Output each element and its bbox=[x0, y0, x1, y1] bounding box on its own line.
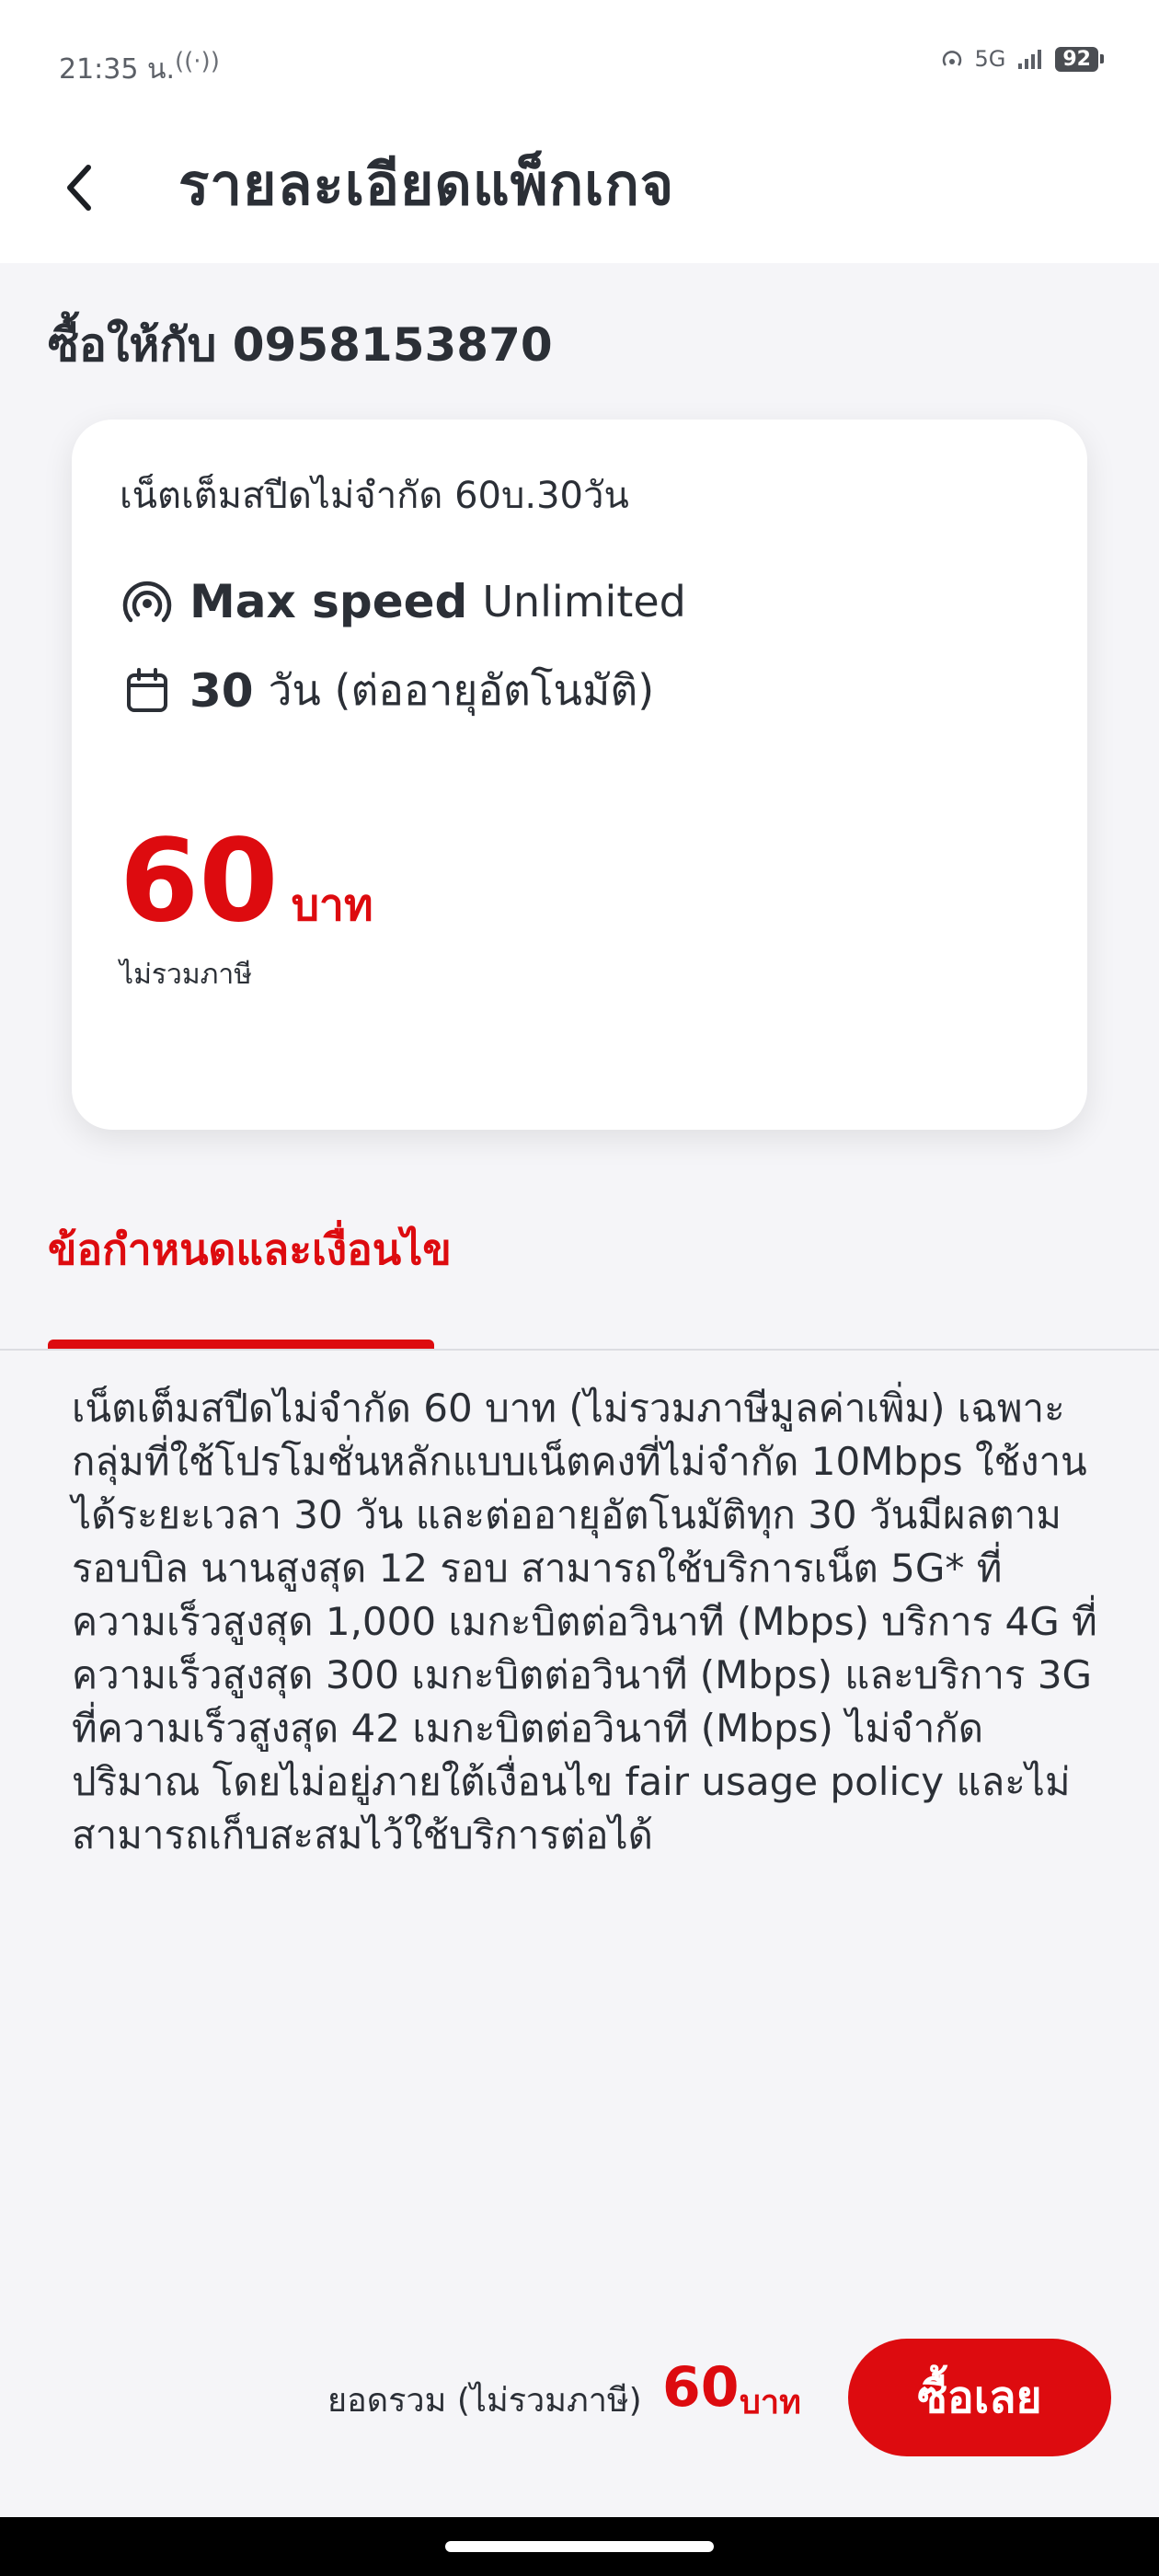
price-note: ไม่รวมภาษี bbox=[120, 959, 252, 991]
page-title: รายละเอียดแพ็กเกจ bbox=[178, 151, 675, 218]
signal-icon bbox=[1018, 50, 1042, 69]
signal-waves-icon bbox=[120, 574, 175, 629]
buy-now-button[interactable]: ซื้อเลย bbox=[848, 2339, 1111, 2456]
hotspot-icon bbox=[942, 51, 961, 66]
back-button[interactable] bbox=[42, 151, 116, 224]
speed-value: Unlimited bbox=[482, 577, 686, 627]
header: รายละเอียดแพ็กเกจ bbox=[0, 120, 1159, 263]
navigation-bar bbox=[0, 2517, 1159, 2576]
price-unit: บาท bbox=[291, 880, 373, 931]
network-type: 5G bbox=[974, 46, 1006, 72]
chevron-left-icon bbox=[67, 165, 91, 211]
package-name: เน็ตเต็มสปีดไม่จำกัด 60บ.30วัน bbox=[120, 475, 629, 517]
tab-terms[interactable]: ข้อกำหนดและเงื่อนไข bbox=[48, 1216, 452, 1283]
status-icons: 5G 92 bbox=[940, 46, 1104, 72]
battery-icon: 92 bbox=[1055, 46, 1104, 72]
wifi-calling-icon: ((·)) bbox=[175, 48, 220, 75]
speed-row: Max speed Unlimited bbox=[120, 574, 686, 629]
total-label: ยอดรวม (ไม่รวมภาษี) bbox=[327, 2382, 642, 2420]
buy-for-label: ซื้อให้กับ 0958153870 bbox=[48, 318, 553, 372]
home-indicator[interactable] bbox=[445, 2541, 714, 2552]
duration-text: วัน (ต่ออายุอัตโนมัติ) bbox=[268, 665, 655, 715]
price: 60 บาท bbox=[120, 824, 373, 940]
duration-row: 30 วัน (ต่ออายุอัตโนมัติ) bbox=[120, 657, 654, 724]
duration-days: 30 bbox=[189, 663, 254, 718]
total-value: 60 bbox=[662, 2355, 740, 2420]
terms-body: เน็ตเต็มสปีดไม่จำกัด 60 บาท (ไม่รวมภาษีม… bbox=[72, 1386, 1097, 1857]
tab-divider bbox=[0, 1349, 1159, 1351]
package-card: เน็ตเต็มสปีดไม่จำกัด 60บ.30วัน Max speed… bbox=[72, 420, 1087, 1130]
tab-indicator bbox=[48, 1340, 434, 1349]
price-value: 60 bbox=[120, 815, 279, 948]
status-time: 21:35 น. bbox=[59, 53, 176, 86]
total-unit: บาท bbox=[740, 2384, 801, 2421]
status-bar: 21:35 น. ((·)) 5G 92 bbox=[0, 0, 1159, 129]
speed-label: Max speed bbox=[189, 575, 468, 628]
calendar-icon bbox=[120, 663, 175, 719]
